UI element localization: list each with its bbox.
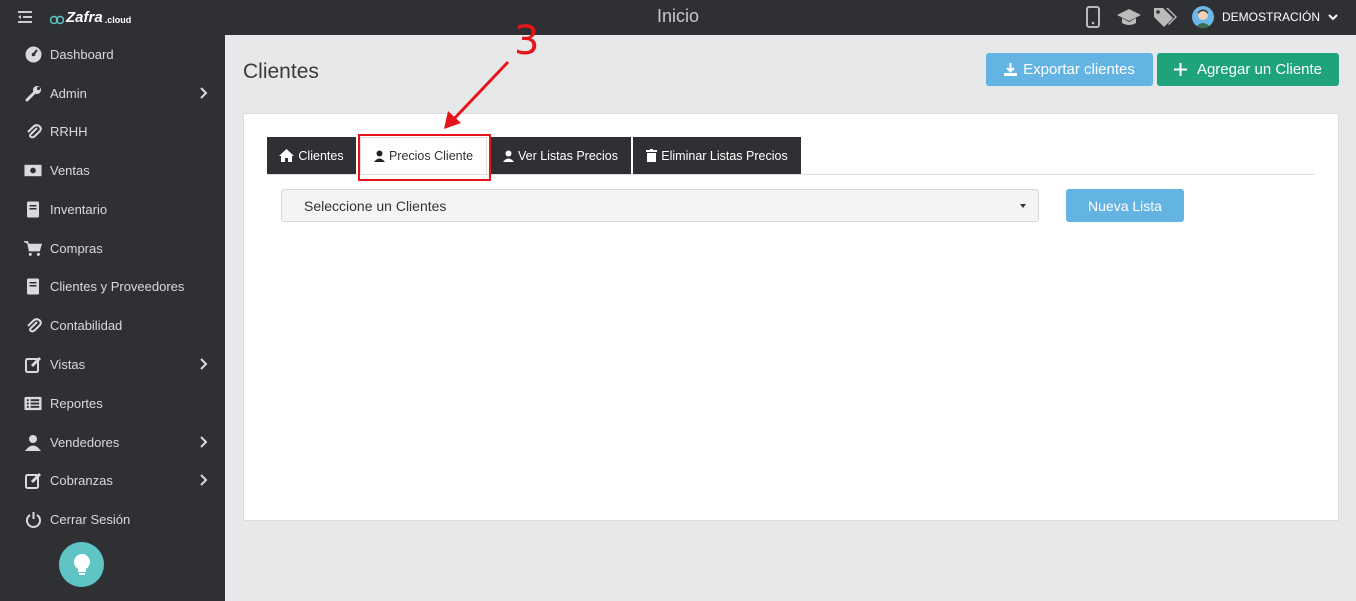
export-clients-button[interactable]: Exportar clientes bbox=[986, 53, 1153, 86]
lightbulb-help-button[interactable] bbox=[59, 542, 104, 587]
add-client-label: Agregar un Cliente bbox=[1196, 61, 1323, 78]
sidebar-item-reportes[interactable]: Reportes bbox=[0, 384, 225, 422]
sidebar-item-label: Admin bbox=[50, 85, 87, 101]
annotation-number: 3 bbox=[514, 18, 540, 64]
sidebar: Dashboard Admin RRHH Ventas Inventario C… bbox=[0, 35, 225, 601]
sidebar-item-rrhh[interactable]: RRHH bbox=[0, 112, 225, 150]
sidebar-item-contabilidad[interactable]: Contabilidad bbox=[0, 306, 225, 344]
mobile-icon[interactable] bbox=[1080, 5, 1106, 29]
user-name: DEMOSTRACIÓN bbox=[1222, 10, 1321, 24]
sidebar-item-cerrar-sesion[interactable]: Cerrar Sesión bbox=[0, 500, 225, 538]
sidebar-item-label: Inventario bbox=[50, 201, 108, 217]
edit-icon bbox=[24, 471, 42, 489]
dashboard-icon bbox=[24, 45, 42, 63]
home-icon bbox=[279, 149, 295, 162]
tab-label: Eliminar Listas Precios bbox=[661, 148, 788, 163]
sidebar-item-ventas[interactable]: Ventas bbox=[0, 151, 225, 189]
sidebar-item-label: Vendedores bbox=[50, 434, 120, 450]
add-client-button[interactable]: Agregar un Cliente bbox=[1157, 53, 1339, 86]
sidebar-item-compras[interactable]: Compras bbox=[0, 229, 225, 267]
sidebar-item-cobranzas[interactable]: Cobranzas bbox=[0, 461, 225, 499]
list-icon bbox=[24, 394, 42, 412]
logo-icon bbox=[50, 15, 64, 24]
sidebar-item-label: Contabilidad bbox=[50, 317, 123, 333]
chevron-down-icon bbox=[1328, 14, 1338, 21]
cart-icon bbox=[24, 239, 42, 257]
trash-icon bbox=[646, 149, 658, 162]
sidebar-item-admin[interactable]: Admin bbox=[0, 74, 225, 112]
client-select-value: Seleccione un Clientes bbox=[304, 198, 447, 214]
avatar bbox=[1192, 6, 1214, 28]
book-icon bbox=[24, 200, 42, 218]
tab-ver-listas-precios[interactable]: Ver Listas Precios bbox=[490, 137, 631, 174]
sidebar-item-label: Vistas bbox=[50, 356, 86, 372]
annotation-highlight-box bbox=[358, 134, 491, 181]
sidebar-item-label: RRHH bbox=[50, 123, 88, 139]
top-bar: Zafra .cloud Inicio DEMOSTRACIÓN bbox=[0, 0, 1356, 35]
client-select[interactable]: Seleccione un Clientes bbox=[281, 189, 1039, 222]
caret-down-icon bbox=[1020, 204, 1026, 208]
sidebar-item-label: Reportes bbox=[50, 395, 103, 411]
user-menu[interactable]: DEMOSTRACIÓN bbox=[1192, 6, 1338, 28]
new-list-label: Nueva Lista bbox=[1088, 197, 1162, 214]
chevron-right-icon bbox=[200, 474, 208, 486]
export-clients-label: Exportar clientes bbox=[1023, 61, 1135, 78]
tab-label: Ver Listas Precios bbox=[517, 148, 619, 163]
chevron-right-icon bbox=[200, 87, 208, 99]
money-icon bbox=[24, 161, 42, 179]
sidebar-item-dashboard[interactable]: Dashboard bbox=[0, 35, 225, 73]
tags-icon[interactable] bbox=[1152, 5, 1178, 29]
sidebar-item-label: Compras bbox=[50, 240, 103, 256]
sidebar-item-label: Cobranzas bbox=[50, 472, 113, 488]
power-icon bbox=[24, 510, 42, 528]
chevron-right-icon bbox=[200, 436, 208, 448]
plus-icon bbox=[1173, 63, 1187, 76]
logo[interactable]: Zafra .cloud bbox=[50, 9, 131, 26]
paperclip-icon bbox=[24, 316, 42, 334]
lightbulb-icon bbox=[73, 553, 90, 575]
logo-sub: .cloud bbox=[104, 15, 132, 25]
tab-eliminar-listas-precios[interactable]: Eliminar Listas Precios bbox=[633, 137, 801, 174]
tab-label: Clientes bbox=[298, 148, 344, 163]
wrench-icon bbox=[24, 84, 42, 102]
chevron-right-icon bbox=[200, 358, 208, 370]
sidebar-item-vistas[interactable]: Vistas bbox=[0, 345, 225, 383]
menu-toggle-icon[interactable] bbox=[18, 10, 32, 24]
sidebar-item-inventario[interactable]: Inventario bbox=[0, 190, 225, 228]
sidebar-item-label: Ventas bbox=[50, 162, 90, 178]
paperclip-icon bbox=[24, 122, 42, 140]
graduation-cap-icon[interactable] bbox=[1116, 5, 1142, 29]
sidebar-item-clientes-proveedores[interactable]: Clientes y Proveedores bbox=[0, 267, 225, 305]
new-list-button[interactable]: Nueva Lista bbox=[1066, 189, 1184, 222]
book-icon bbox=[24, 277, 42, 295]
user-icon bbox=[502, 150, 514, 162]
logo-text: Zafra bbox=[66, 9, 103, 26]
top-icons bbox=[1080, 5, 1178, 29]
edit-icon bbox=[24, 355, 42, 373]
download-icon bbox=[1004, 63, 1018, 76]
user-icon bbox=[24, 433, 42, 451]
tab-clientes[interactable]: Clientes bbox=[267, 137, 356, 174]
sidebar-item-label: Clientes y Proveedores bbox=[50, 278, 185, 294]
sidebar-item-label: Dashboard bbox=[50, 46, 114, 62]
page-title: Clientes bbox=[243, 60, 319, 83]
sidebar-item-label: Cerrar Sesión bbox=[50, 511, 131, 527]
sidebar-item-vendedores[interactable]: Vendedores bbox=[0, 423, 225, 461]
